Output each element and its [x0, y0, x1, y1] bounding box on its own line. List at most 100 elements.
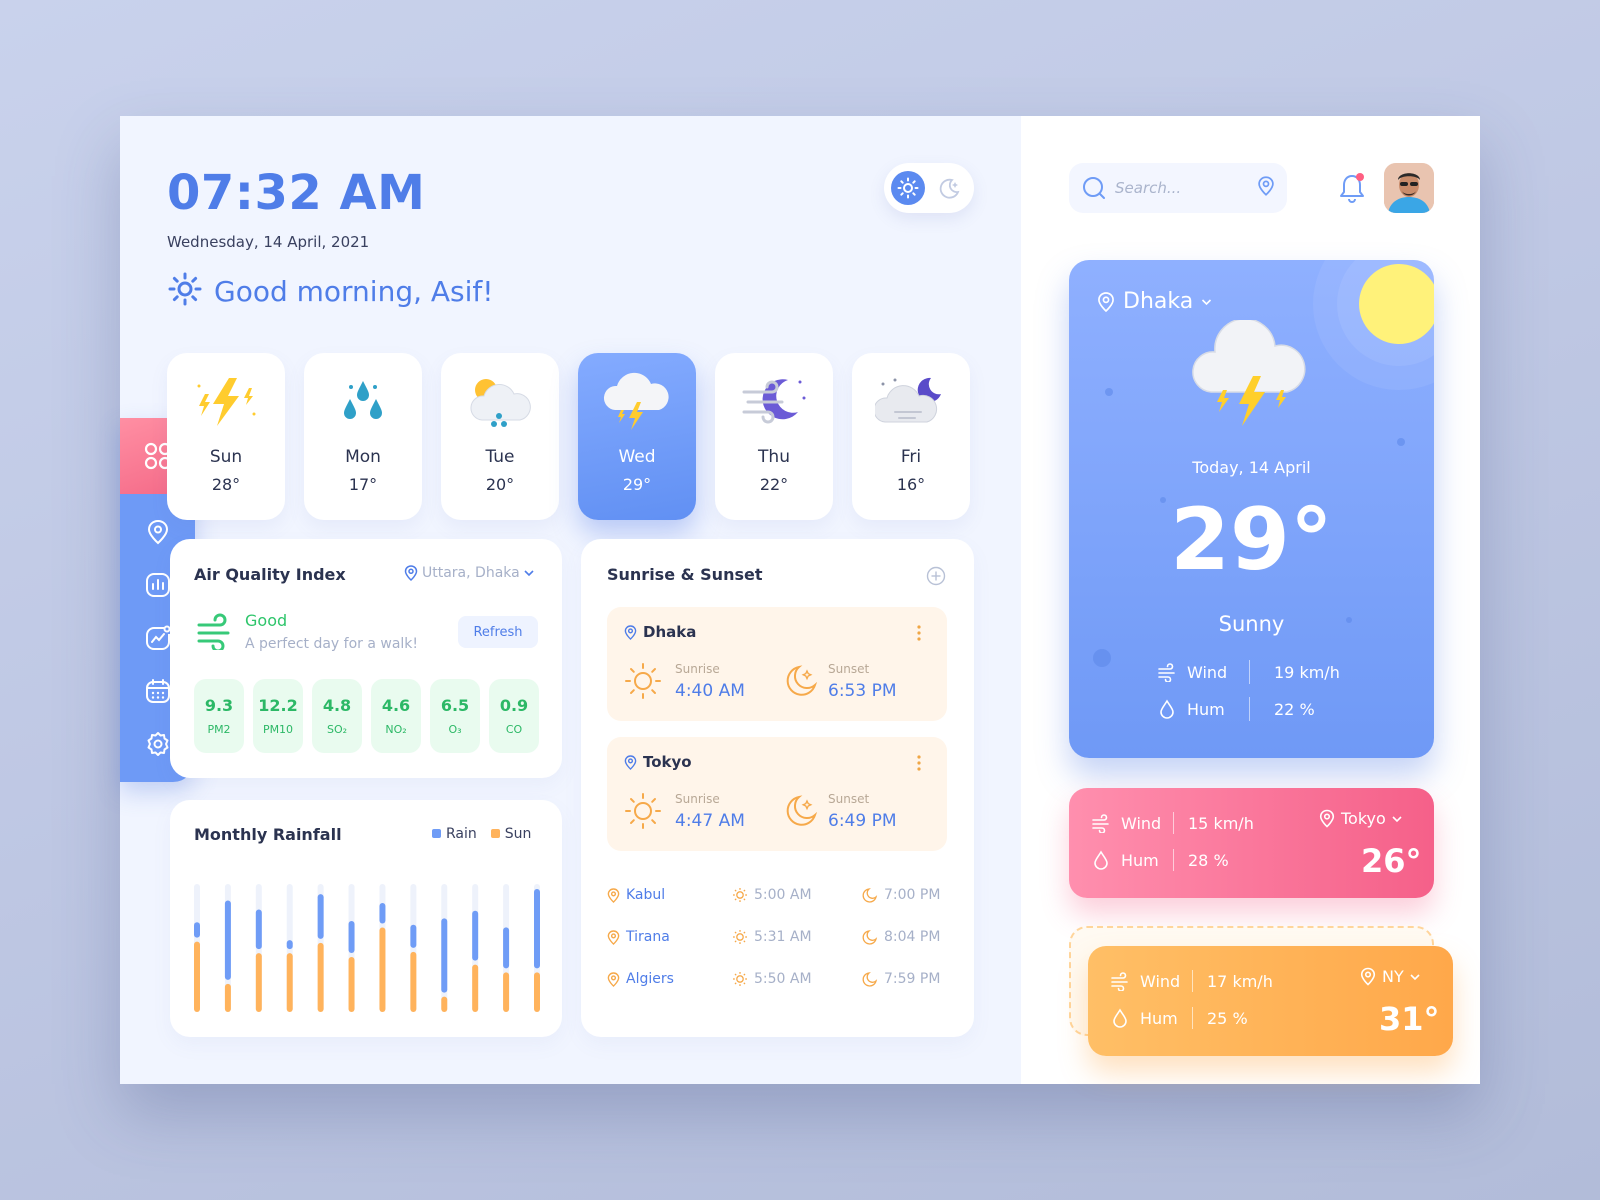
plus-circle-icon [926, 566, 946, 586]
sunset-icon [862, 972, 878, 987]
theme-toggle[interactable] [884, 163, 974, 213]
forecast-day-fri[interactable]: Fri 16° [852, 353, 970, 520]
rainfall-bar-rain [379, 903, 386, 924]
metric-label: NO₂ [385, 723, 407, 736]
sunrise-icon [733, 930, 747, 944]
city-humidity: Hum 25 % [1110, 1007, 1248, 1029]
city-select[interactable]: NY [1360, 967, 1420, 986]
metric-label: CO [505, 723, 523, 736]
air-quality-status: Good [245, 611, 288, 630]
forecast-day-temp: 22° [759, 475, 789, 494]
air-quality-location: Uttara, Dhaka [422, 565, 520, 581]
forecast-day-temp: 28° [211, 475, 241, 494]
metric-pm10: 12.2 PM10 [253, 679, 303, 753]
list-city-name: Kabul [626, 887, 666, 903]
more-options-icon[interactable] [917, 625, 921, 645]
rainfall-bar-rain [472, 910, 479, 961]
list-item[interactable]: Kabul 5:00 AM 7:00 PM [607, 874, 947, 916]
legend-sun: Sun [490, 826, 532, 842]
air-quality-location-select[interactable]: Uttara, Dhaka [404, 565, 534, 581]
forecast-day-temp: 20° [485, 475, 515, 494]
rainfall-bar [286, 884, 293, 1012]
forecast-day-tue[interactable]: Tue 20° [441, 353, 559, 520]
sun-card-tokyo: Tokyo Sunrise 4:47 AM Sunset 6:49 PM [607, 737, 947, 851]
forecast-day-name: Thu [758, 447, 790, 467]
list-sunset: 7:00 PM [862, 887, 940, 903]
forecast-day-sun[interactable]: Sun 28° [167, 353, 285, 520]
dark-mode-button[interactable] [933, 171, 967, 205]
humidity-label: Hum [1140, 1008, 1178, 1028]
metric-o3: 6.5 O₃ [430, 679, 480, 753]
location-icon [624, 624, 637, 640]
location-icon [404, 565, 418, 581]
location-icon [607, 971, 620, 987]
legend-sun-label: Sun [504, 826, 532, 842]
settings-icon [147, 731, 168, 756]
forecast-day-mon[interactable]: Mon 17° [304, 353, 422, 520]
list-sunrise-time: 5:31 AM [754, 929, 812, 945]
metric-label: PM10 [262, 723, 294, 736]
air-quality-message: A perfect day for a walk! [245, 636, 419, 652]
sun-card-dhaka: Dhaka Sunrise 4:40 AM Sunset 6:53 PM [607, 607, 947, 721]
city-temperature: 31° [1379, 1000, 1440, 1038]
city-name: NY [1382, 967, 1404, 986]
sun-icon [897, 177, 919, 199]
sun-card-city-name: Tokyo [643, 753, 692, 771]
location-icon [607, 929, 620, 945]
current-location-button[interactable] [1257, 176, 1275, 200]
sunrise-icon [623, 791, 663, 835]
sunset-time: 6:53 PM [828, 681, 897, 701]
list-sunrise: 5:50 AM [732, 971, 857, 987]
rainfall-bar [441, 884, 448, 1012]
add-city-button[interactable] [926, 566, 946, 590]
city-temperature: 26° [1361, 842, 1422, 880]
list-city-name: Tirana [626, 929, 670, 945]
humidity-value: 28 % [1188, 850, 1229, 870]
air-quality-metrics: 9.3 PM2 12.2 PM10 4.8 SO₂ 4.6 NO₂ 6.5 O₃ 0.9 C… [194, 679, 539, 753]
wind-key: Wind [1091, 813, 1173, 833]
city-select[interactable]: Tokyo [1319, 809, 1402, 828]
metric-no2: 4.6 NO₂ [371, 679, 421, 753]
more-options-icon[interactable] [917, 755, 921, 775]
rainfall-bar [317, 884, 324, 1012]
forecast-day-wed[interactable]: Wed 29° [578, 353, 696, 520]
sunrise-label: Sunrise [675, 792, 720, 806]
sunset-icon [783, 663, 819, 703]
humidity-icon [1160, 699, 1174, 719]
humidity-value: 25 % [1207, 1008, 1248, 1028]
list-item[interactable]: Tirana 5:31 AM 8:04 PM [607, 916, 947, 958]
rainfall-bar-rain [286, 940, 293, 950]
search-input[interactable] [1115, 179, 1235, 197]
city-card-tokyo[interactable]: Wind 15 km/h Hum 28 % Tokyo 26° [1069, 788, 1434, 898]
light-mode-button[interactable] [891, 171, 925, 205]
city-wind: Wind 17 km/h [1110, 970, 1273, 992]
city-card-ny[interactable]: Wind 17 km/h Hum 25 % NY 31° [1088, 946, 1453, 1056]
wind-icon [1092, 814, 1109, 833]
metric-co: 0.9 CO [489, 679, 539, 753]
forecast-day-name: Tue [485, 447, 515, 467]
metric-value: 4.6 [381, 696, 411, 715]
notifications-button[interactable] [1338, 172, 1366, 208]
humidity-icon [1094, 850, 1108, 870]
sunset-icon [862, 888, 878, 903]
humidity-value: 22 % [1274, 699, 1315, 719]
current-city: Dhaka [1123, 289, 1194, 314]
current-location-select[interactable]: Dhaka [1097, 289, 1212, 314]
avatar[interactable] [1384, 163, 1434, 213]
rainfall-bar-rain [503, 927, 510, 969]
list-sunset-time: 7:59 PM [884, 971, 941, 987]
metric-so2: 4.8 SO₂ [312, 679, 362, 753]
list-sunset-time: 8:04 PM [884, 929, 941, 945]
wind-value: 19 km/h [1274, 662, 1340, 682]
forecast-day-name: Fri [900, 447, 922, 467]
humidity-label: Hum [1187, 699, 1225, 719]
sunrise-label: Sunrise [675, 662, 720, 676]
refresh-button[interactable]: Refresh [458, 616, 538, 648]
greeting: Good morning, Asif! [168, 272, 494, 310]
sunset-label: Sunset [828, 792, 870, 806]
list-sunset-time: 7:00 PM [884, 887, 941, 903]
chart-icon [145, 572, 170, 597]
location-icon [147, 519, 168, 544]
list-item[interactable]: Algiers 5:50 AM 7:59 PM [607, 958, 947, 1000]
forecast-day-thu[interactable]: Thu 22° [715, 353, 833, 520]
